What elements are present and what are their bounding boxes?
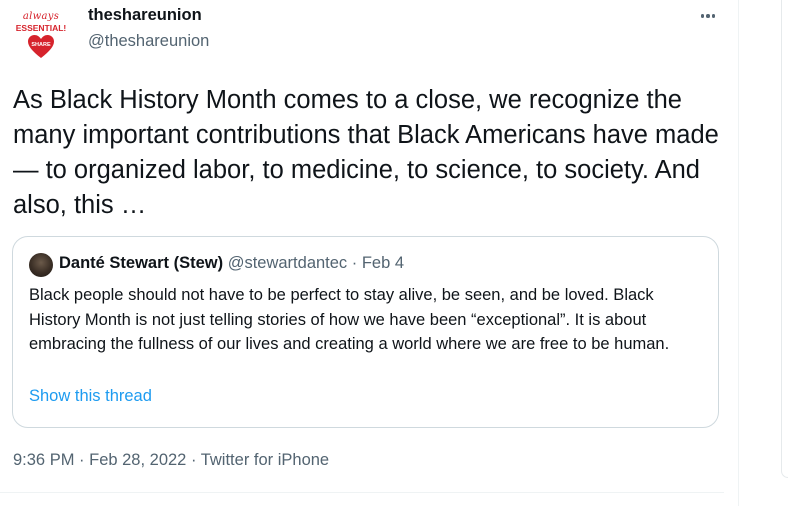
avatar-heart-text: SHARE bbox=[31, 42, 51, 48]
tweet-text: As Black History Month comes to a close,… bbox=[13, 86, 719, 219]
show-thread-link[interactable]: Show this thread bbox=[29, 387, 152, 406]
quoted-author-avatar bbox=[29, 253, 53, 277]
avatar-logo-text-top: always bbox=[22, 11, 60, 22]
more-options-button[interactable] bbox=[694, 2, 722, 30]
author-handle[interactable]: @theshareunion bbox=[88, 32, 209, 51]
sidebar-card-edge bbox=[781, 0, 788, 478]
tweet-timestamp[interactable]: 9:36 PM · Feb 28, 2022 · Twitter for iPh… bbox=[13, 451, 329, 470]
divider bbox=[0, 492, 724, 493]
more-horizontal-icon bbox=[700, 14, 705, 18]
author-avatar[interactable]: always ESSENTIAL! SHARE bbox=[14, 8, 68, 62]
tweet-detail-column: always ESSENTIAL! SHARE theshareunion @t… bbox=[0, 0, 739, 506]
quoted-author-meta: @stewartdantec · Feb 4 bbox=[223, 254, 405, 272]
heart-logo-icon: SHARE bbox=[28, 35, 54, 58]
quoted-tweet-card[interactable]: Danté Stewart (Stew) @stewartdantec · Fe… bbox=[12, 236, 719, 428]
avatar-logo-text-mid: ESSENTIAL! bbox=[15, 23, 67, 33]
quoted-tweet-text: Black people should not have to be perfe… bbox=[29, 286, 670, 353]
quoted-author-name: Danté Stewart (Stew) bbox=[59, 254, 224, 272]
author-name[interactable]: theshareunion bbox=[88, 6, 202, 25]
quoted-tweet-header: Danté Stewart (Stew) @stewartdantec · Fe… bbox=[59, 254, 404, 273]
more-horizontal-icon-dot bbox=[711, 14, 716, 18]
more-horizontal-icon-dot bbox=[706, 14, 710, 18]
